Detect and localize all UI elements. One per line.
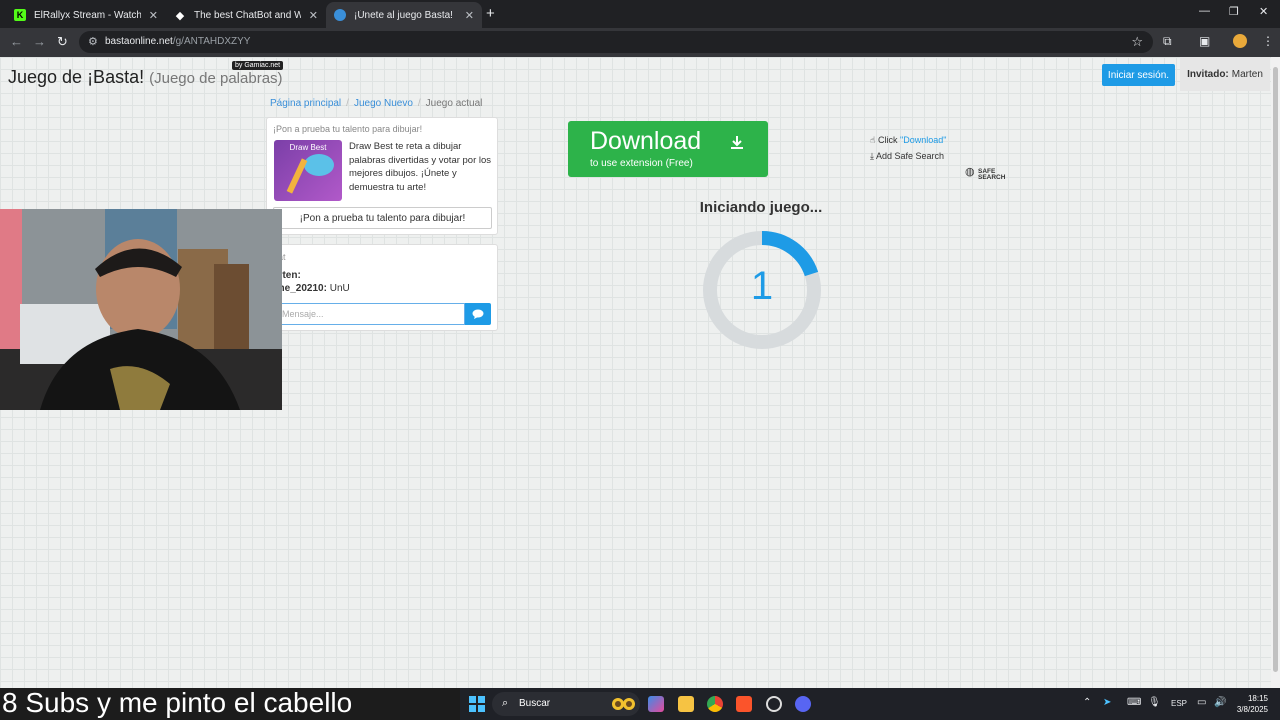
cursor-icon: ☝ (870, 135, 876, 145)
send-message-button[interactable] (465, 303, 491, 325)
download-icon (731, 136, 743, 149)
tab-title: ¡Únete al juego Basta! (354, 9, 453, 21)
chat-message: ane_20210: UnU (273, 283, 350, 294)
tab-elrallyx-stream[interactable]: K ElRallyx Stream - Watch Live on ✕ (6, 2, 166, 28)
menu-icon[interactable]: ⋮ (1262, 34, 1274, 48)
tab-title: ElRallyx Stream - Watch Live on (34, 9, 141, 21)
globe-icon (334, 9, 346, 21)
tab-title: The best ChatBot and Widgets (194, 9, 301, 21)
tab-basta[interactable]: ¡Únete al juego Basta! ✕ (326, 2, 482, 28)
ad-click-hint: ☝ Click "Download" (870, 135, 947, 145)
webcam-overlay (0, 209, 282, 410)
system-clock[interactable]: 18:15 3/8/2025 (1232, 693, 1268, 715)
tray-keyboard-icon[interactable]: ⌨ (1127, 697, 1141, 708)
taskbar-search[interactable]: ⌕ Buscar (492, 692, 640, 716)
language-indicator[interactable]: ESP (1171, 699, 1187, 708)
new-tab-button[interactable]: + (486, 5, 495, 22)
forward-button[interactable]: → (33, 34, 46, 49)
discord-icon[interactable] (795, 696, 811, 712)
widget-logo-icon: ◆ (175, 9, 185, 22)
site-info-icon[interactable]: ⚙ (88, 35, 98, 48)
promo-text: Draw Best te reta a dibujar palabras div… (349, 141, 492, 193)
draw-best-thumbnail[interactable]: Draw Best (274, 140, 342, 201)
web-page: Juego de ¡Basta! (Juego de palabras) by … (0, 57, 1280, 688)
copilot-icon[interactable] (648, 696, 664, 712)
countdown-number: 1 (750, 264, 774, 308)
chat-bubble-icon (472, 309, 484, 319)
address-bar[interactable]: ⚙ bastaonline.net/g/ANTAHDXZYY ☆ (79, 31, 1153, 53)
extensions-icon[interactable]: ⧉ (1163, 34, 1172, 49)
draw-challenge-button[interactable]: ¡Pon a prueba tu talento para dibujar! (273, 207, 492, 229)
obs-icon[interactable] (766, 696, 782, 712)
url-text: bastaonline.net/g/ANTAHDXZYY (105, 36, 251, 47)
ad-add-safe-search[interactable]: ⤓ Add Safe Search (870, 151, 944, 162)
breadcrumb-new-game[interactable]: Juego Nuevo (354, 98, 413, 109)
sunflower-icon (612, 698, 635, 710)
network-icon[interactable]: ▭ (1197, 697, 1206, 708)
chat-panel: hat arten: ane_20210: UnU Mensaje... (266, 244, 498, 331)
draw-best-promo-card: ¡Pon a prueba tu talento para dibujar! D… (266, 117, 498, 235)
globe-icon: ◍ (965, 166, 975, 178)
tray-app-icon[interactable]: ➤ (1103, 697, 1111, 708)
back-button[interactable]: ← (10, 34, 23, 49)
game-status: Iniciando juego... (699, 199, 823, 216)
sidepanel-icon[interactable]: ▣ (1199, 34, 1210, 48)
browser-tab-strip: K ElRallyx Stream - Watch Live on ✕ ◆ Th… (0, 0, 1280, 28)
page-title: Juego de ¡Basta! (Juego de palabras) (8, 67, 283, 87)
volume-icon[interactable]: 🔊 (1214, 697, 1226, 708)
page-scrollbar[interactable] (1271, 57, 1280, 688)
close-icon[interactable]: ✕ (465, 9, 474, 22)
download-ad-banner[interactable]: Download to use extension (Free) (568, 121, 768, 177)
login-button[interactable]: Iniciar sesión. (1102, 64, 1175, 86)
chat-message-input[interactable]: Mensaje... (273, 303, 465, 325)
bookmark-star-icon[interactable]: ☆ (1131, 34, 1143, 50)
stream-caption-overlay: 8 Subs y me pinto el cabello (0, 688, 460, 720)
breadcrumb-current: Juego actual (425, 98, 483, 109)
promo-heading: ¡Pon a prueba tu talento para dibujar! (273, 124, 423, 134)
breadcrumb-home[interactable]: Página principal (270, 98, 341, 109)
brave-icon[interactable] (736, 696, 752, 712)
close-icon[interactable]: ✕ (149, 9, 158, 22)
breadcrumb: Página principal / Juego Nuevo / Juego actua… (270, 98, 483, 109)
kick-icon: K (14, 9, 26, 21)
minimize-button[interactable]: — (1199, 5, 1210, 17)
file-explorer-icon[interactable] (678, 696, 694, 712)
reload-button[interactable]: ↻ (57, 34, 68, 50)
guest-label: Invitado: Marten (1180, 57, 1270, 91)
restore-button[interactable]: ❐ (1229, 5, 1239, 18)
windows-start-icon[interactable] (469, 696, 485, 712)
search-icon: ⌕ (502, 697, 509, 709)
gamiac-badge[interactable]: by Gamiac.net (232, 61, 284, 70)
tab-chatbot-widgets[interactable]: ◆ The best ChatBot and Widgets ✕ (166, 2, 326, 28)
profile-avatar[interactable] (1233, 34, 1247, 48)
close-icon[interactable]: ✕ (309, 9, 318, 22)
tray-chevron-icon[interactable]: ⌃ (1083, 697, 1091, 708)
download-small-icon: ⤓ (870, 151, 874, 161)
chrome-icon[interactable] (707, 696, 723, 712)
close-window-button[interactable]: ✕ (1259, 5, 1268, 18)
browser-toolbar: ← → ↻ ⚙ bastaonline.net/g/ANTAHDXZYY ☆ ⧉… (0, 28, 1280, 57)
microphone-icon[interactable]: 🎙 (1148, 697, 1161, 708)
